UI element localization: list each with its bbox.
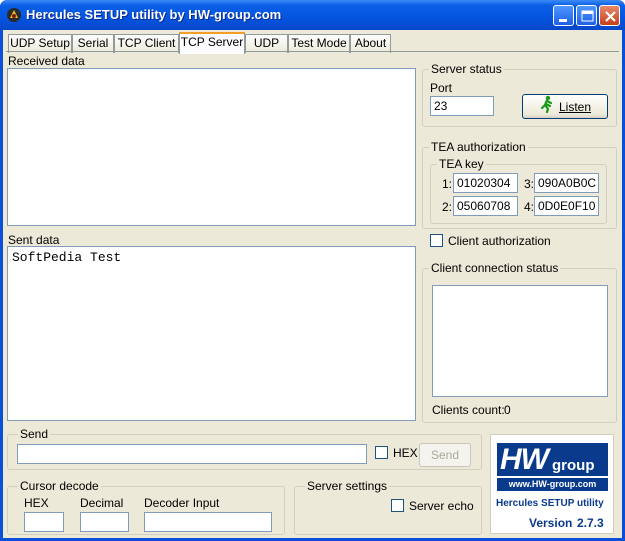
server-status-title: Server status	[429, 62, 504, 76]
client-connection-group: Client connection status Clients count: …	[422, 261, 617, 423]
decode-hex-label: HEX	[24, 496, 49, 510]
tea-key-4-num: 4:	[524, 200, 535, 214]
send-input[interactable]	[17, 444, 367, 464]
tea-key-3-input[interactable]: 090A0B0C	[534, 173, 599, 193]
send-button[interactable]: Send	[419, 443, 471, 467]
logo-hw-text: HW	[500, 443, 549, 476]
tea-key-4-input[interactable]: 0D0E0F10	[534, 196, 599, 216]
clients-count-value: 0	[504, 403, 511, 417]
sent-data-area[interactable]: SoftPedia Test	[7, 246, 416, 421]
send-hex-label: HEX	[393, 446, 418, 460]
tea-key-title: TEA key	[437, 157, 486, 171]
logo-badge: HW group	[497, 443, 608, 476]
dialog-client-area: UDP Setup Serial TCP Client TCP Server U…	[3, 30, 622, 538]
port-input[interactable]: 23	[430, 96, 494, 116]
send-title: Send	[18, 427, 51, 441]
minimize-button[interactable]	[553, 5, 574, 26]
cursor-decode-title: Cursor decode	[18, 479, 101, 493]
logo-url: www.HW-group.com	[508, 479, 597, 489]
cursor-decode-group: Cursor decode HEX Decimal Decoder Input	[7, 479, 285, 535]
send-group: Send HEX Send	[7, 427, 482, 470]
decode-hex-field[interactable]	[24, 512, 64, 532]
tea-key-group: TEA key 1: 01020304 3: 090A0B0C 2: 05060…	[430, 157, 607, 224]
client-connection-list[interactable]	[432, 285, 608, 397]
close-button[interactable]	[599, 5, 620, 26]
received-data-label: Received data	[8, 54, 85, 68]
tea-key-1-input[interactable]: 01020304	[453, 173, 518, 193]
server-echo-label: Server echo	[409, 499, 474, 513]
listen-label: Listen	[558, 100, 592, 115]
decoder-input-field[interactable]	[144, 512, 272, 532]
server-settings-group: Server settings Server echo	[294, 479, 482, 535]
maximize-button[interactable]	[576, 5, 597, 26]
client-connection-title: Client connection status	[429, 261, 561, 275]
server-status-group: Server status Port 23 Listen	[422, 62, 617, 127]
tea-authorization-group: TEA authorization TEA key 1: 01020304 3:…	[422, 140, 617, 229]
logo-version-label: Version	[529, 516, 573, 530]
server-settings-title: Server settings	[305, 479, 390, 493]
logo-product: Hercules SETUP utility	[496, 498, 604, 509]
logo-url-bar: www.HW-group.com	[497, 478, 608, 491]
logo-group-text: group	[552, 457, 595, 474]
listen-icon	[539, 95, 555, 121]
sent-data-content: SoftPedia Test	[12, 250, 122, 265]
tea-key-2-input[interactable]: 05060708	[453, 196, 518, 216]
clients-count-label: Clients count:	[432, 403, 505, 417]
sent-data-label: Sent data	[8, 233, 60, 247]
client-authorization-checkbox[interactable]	[430, 234, 443, 247]
tea-authorization-title: TEA authorization	[429, 140, 528, 154]
window-title: Hercules SETUP utility by HW-group.com	[26, 7, 282, 22]
server-echo-checkbox[interactable]	[391, 499, 404, 512]
logo-version: 2.7.3	[577, 516, 604, 530]
title-bar[interactable]: Hercules SETUP utility by HW-group.com	[0, 0, 625, 30]
tea-key-2-num: 2:	[442, 200, 453, 214]
app-icon	[6, 7, 22, 23]
client-authorization-label: Client authorization	[448, 234, 551, 248]
tab-divider	[6, 51, 619, 52]
send-hex-checkbox[interactable]	[375, 446, 388, 459]
tea-key-1-num: 1:	[442, 177, 453, 191]
decoder-input-label: Decoder Input	[144, 496, 220, 510]
hw-group-logo[interactable]: HW group www.HW-group.com Hercules SETUP…	[490, 434, 614, 534]
tab-tcp-server[interactable]: TCP Server	[179, 32, 245, 54]
app-window: Hercules SETUP utility by HW-group.com U…	[0, 0, 625, 541]
tea-key-3-num: 3:	[524, 177, 535, 191]
received-data-area[interactable]	[7, 68, 416, 226]
decode-decimal-field[interactable]	[80, 512, 129, 532]
listen-button[interactable]: Listen	[522, 94, 608, 119]
port-label: Port	[430, 81, 453, 95]
decode-decimal-label: Decimal	[80, 496, 124, 510]
